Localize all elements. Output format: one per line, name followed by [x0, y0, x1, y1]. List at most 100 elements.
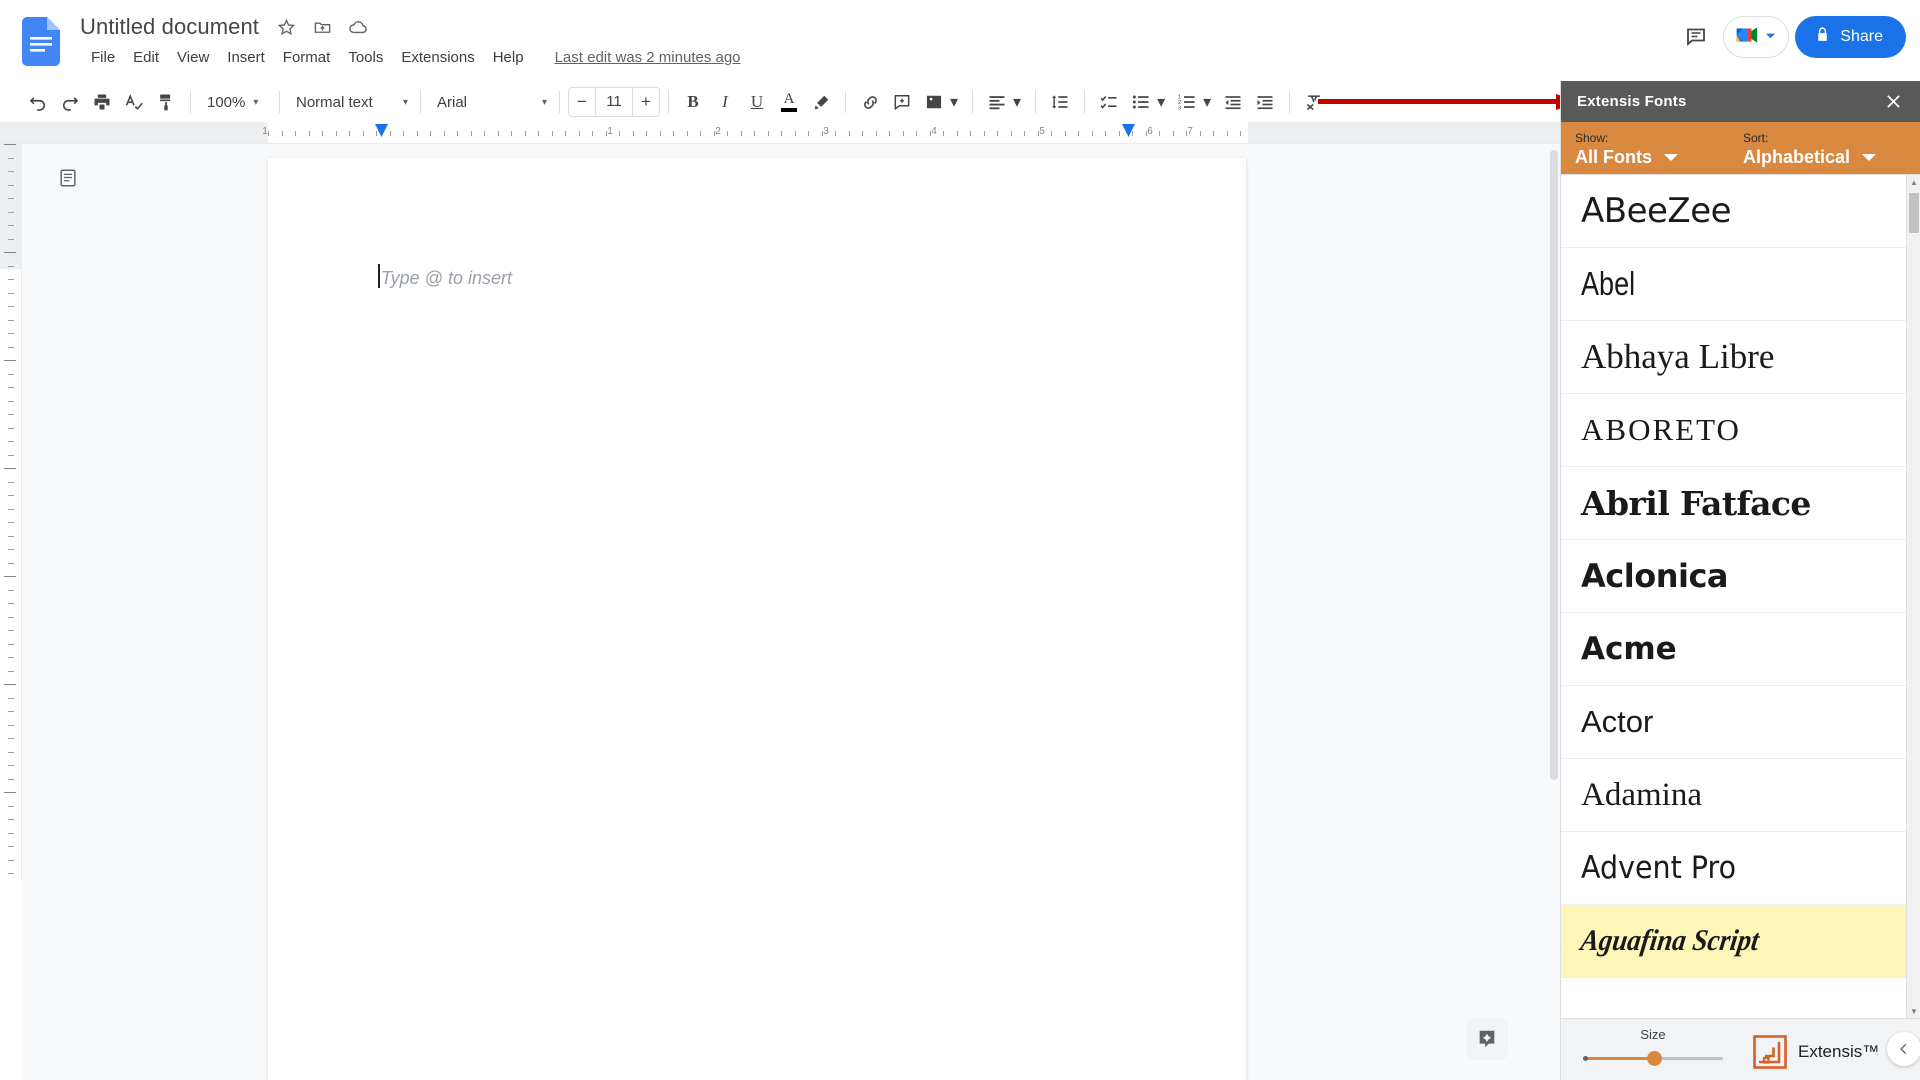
- font-list-scrollbar-thumb[interactable]: [1909, 193, 1919, 233]
- ruler-tick: [1132, 131, 1133, 136]
- font-name-label: Advent Pro: [1581, 850, 1737, 886]
- align-left-button[interactable]: ▾: [981, 86, 1027, 118]
- underline-button[interactable]: U: [741, 86, 773, 118]
- ruler-tick: [876, 131, 877, 136]
- ruler-tick: [363, 131, 364, 136]
- ruler-tick: [8, 266, 14, 267]
- last-edit-link[interactable]: Last edit was 2 minutes ago: [555, 48, 741, 68]
- move-to-folder-icon[interactable]: [307, 12, 337, 42]
- menu-item-file[interactable]: File: [82, 45, 124, 71]
- horizontal-ruler[interactable]: 1 1 2 3 4 5 6 7: [0, 122, 1566, 144]
- ruler-tick: [795, 131, 796, 136]
- bold-button[interactable]: B: [677, 86, 709, 118]
- text-color-button[interactable]: A: [773, 86, 805, 118]
- font-size-stepper[interactable]: − 11 +: [568, 87, 660, 117]
- menu-item-extensions[interactable]: Extensions: [392, 45, 483, 71]
- font-list[interactable]: ABeeZee Abel Abhaya Libre ABORETO Abril Fatf…: [1561, 174, 1920, 1018]
- document-scrollbar[interactable]: [1548, 144, 1560, 1080]
- ruler-tick: [8, 630, 14, 631]
- numbered-list-button[interactable]: 123 ▾: [1171, 86, 1217, 118]
- toolbar-divider: [1084, 91, 1086, 113]
- menu-item-format[interactable]: Format: [274, 45, 340, 71]
- size-control: Size: [1583, 1027, 1723, 1066]
- font-family-select[interactable]: Arial ▾: [429, 87, 551, 117]
- font-list-item[interactable]: Adamina: [1561, 759, 1906, 832]
- explore-diamond-icon[interactable]: [1466, 1018, 1508, 1060]
- google-meet-button[interactable]: [1723, 16, 1790, 58]
- undo-icon[interactable]: [22, 86, 54, 118]
- close-icon[interactable]: [1880, 89, 1906, 115]
- font-list-item[interactable]: Abel: [1561, 248, 1906, 321]
- sort-filter[interactable]: Sort: Alphabetical: [1743, 131, 1877, 168]
- vertical-ruler[interactable]: [0, 144, 22, 880]
- show-filter[interactable]: Show: All Fonts: [1575, 131, 1743, 168]
- caret-down-icon: [1862, 154, 1877, 161]
- star-icon[interactable]: [271, 12, 301, 42]
- font-list-item[interactable]: Aguafina Script: [1561, 905, 1906, 978]
- toolbar-divider: [845, 91, 846, 113]
- ruler-tick: [1078, 131, 1079, 136]
- line-spacing-icon[interactable]: [1044, 86, 1076, 118]
- document-scrollbar-thumb[interactable]: [1550, 150, 1558, 780]
- font-list-item[interactable]: Abhaya Libre: [1561, 321, 1906, 394]
- font-list-item[interactable]: Advent Pro: [1561, 832, 1906, 905]
- add-comment-icon[interactable]: [886, 86, 918, 118]
- show-outline-icon[interactable]: [50, 160, 86, 196]
- chevron-down-icon: [1765, 28, 1776, 46]
- menu-item-tools[interactable]: Tools: [339, 45, 392, 71]
- comment-history-icon[interactable]: [1675, 16, 1717, 58]
- ruler-tick: [849, 131, 850, 136]
- font-list-item[interactable]: Acme: [1561, 613, 1906, 686]
- ruler-tick: [403, 131, 404, 136]
- ruler-tick: [970, 131, 971, 136]
- insert-link-icon[interactable]: [854, 86, 886, 118]
- font-size-increase-button[interactable]: +: [633, 88, 659, 116]
- font-name-label: Abhaya Libre: [1581, 337, 1775, 376]
- highlight-pen-icon[interactable]: [805, 86, 837, 118]
- ruler-tick: [1227, 131, 1228, 136]
- font-list-item[interactable]: ABORETO: [1561, 394, 1906, 467]
- cloud-saved-icon[interactable]: [343, 12, 373, 42]
- increase-indent-icon[interactable]: [1249, 86, 1281, 118]
- docs-file-icon[interactable]: [22, 17, 60, 66]
- scroll-down-arrow-icon[interactable]: ▼: [1907, 1004, 1920, 1018]
- document-placeholder: Type @ to insert: [381, 268, 512, 288]
- italic-button[interactable]: I: [709, 86, 741, 118]
- font-list-item[interactable]: Actor: [1561, 686, 1906, 759]
- paint-format-icon[interactable]: [150, 86, 182, 118]
- bulleted-list-button[interactable]: ▾: [1125, 86, 1171, 118]
- spellcheck-icon[interactable]: [118, 86, 150, 118]
- menu-item-help[interactable]: Help: [484, 45, 533, 71]
- zoom-level-select[interactable]: 100% ▾: [199, 87, 271, 117]
- font-size-decrease-button[interactable]: −: [569, 88, 595, 116]
- panel-title: Extensis Fonts: [1577, 93, 1687, 110]
- ruler-tick: [295, 131, 296, 136]
- redo-icon[interactable]: [54, 86, 86, 118]
- font-list-item[interactable]: Abril Fatface: [1561, 467, 1906, 540]
- font-list-item[interactable]: Aclonica: [1561, 540, 1906, 613]
- font-list-scrollbar[interactable]: ▲ ▼: [1906, 175, 1920, 1018]
- chevron-left-icon[interactable]: [1887, 1032, 1920, 1066]
- font-size-input[interactable]: 11: [595, 88, 633, 116]
- toolbar-divider: [279, 91, 280, 113]
- scroll-up-arrow-icon[interactable]: ▲: [1907, 175, 1920, 189]
- ruler-tick: [727, 131, 728, 136]
- font-list-item[interactable]: ABeeZee: [1561, 175, 1906, 248]
- ruler-tick: [1240, 131, 1241, 136]
- document-page[interactable]: Type @ to insert: [268, 158, 1246, 1080]
- checklist-icon[interactable]: [1093, 86, 1125, 118]
- size-slider[interactable]: [1583, 1051, 1723, 1066]
- menu-item-view[interactable]: View: [168, 45, 218, 71]
- paragraph-style-select[interactable]: Normal text ▾: [288, 87, 412, 117]
- ruler-tick: [4, 576, 16, 577]
- ruler-number: 6: [1147, 126, 1153, 137]
- page-title[interactable]: Untitled document: [78, 12, 265, 42]
- share-button[interactable]: Share: [1795, 16, 1906, 58]
- decrease-indent-icon[interactable]: [1217, 86, 1249, 118]
- size-slider-knob[interactable]: [1647, 1051, 1662, 1066]
- insert-image-button[interactable]: ▾: [918, 86, 964, 118]
- print-icon[interactable]: [86, 86, 118, 118]
- menu-item-insert[interactable]: Insert: [218, 45, 274, 71]
- ruler-tick: [8, 644, 14, 645]
- menu-item-edit[interactable]: Edit: [124, 45, 168, 71]
